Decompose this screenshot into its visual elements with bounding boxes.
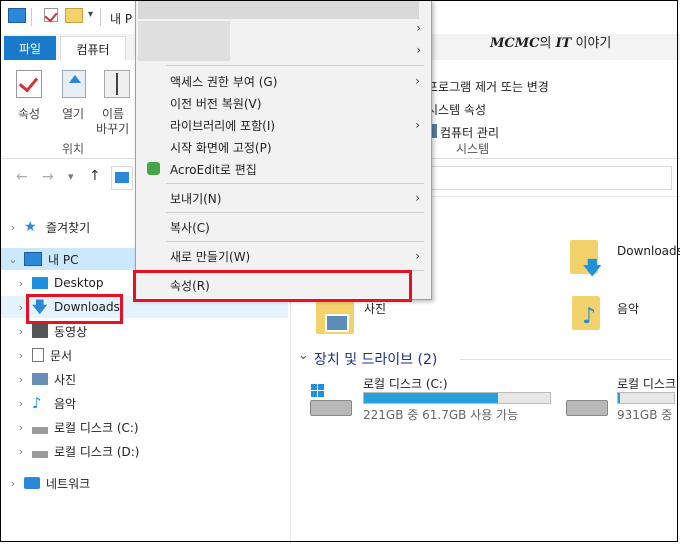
screenshot-frame xyxy=(0,0,678,542)
